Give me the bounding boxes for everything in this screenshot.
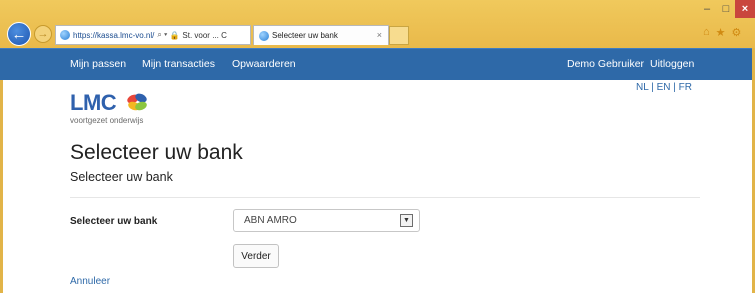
logo-subtitle: voortgezet onderwijs <box>70 116 144 125</box>
new-tab-button[interactable] <box>389 26 409 45</box>
tab-title: Selecteer uw bank <box>272 31 338 40</box>
lock-icon: 🔒 <box>169 30 180 40</box>
logo-petal-icon <box>127 93 147 111</box>
url-text: https://kassa.lmc-vo.nl/ <box>73 30 155 40</box>
home-icon[interactable]: ⌂ <box>703 26 710 39</box>
page-subtitle: Selecteer uw bank <box>70 170 173 184</box>
cancel-link[interactable]: Annuleer <box>70 276 110 287</box>
site-navbar: Mijn passen Mijn transacties Opwaarderen… <box>0 48 755 80</box>
next-button[interactable]: Verder <box>233 244 279 268</box>
tab-favicon-icon <box>259 30 269 41</box>
nav-my-passes[interactable]: Mijn passen <box>70 58 126 70</box>
maximize-icon[interactable]: □ <box>717 0 735 18</box>
gear-icon[interactable]: ⚙ <box>732 26 742 39</box>
language-switcher[interactable]: NL | EN | FR <box>636 82 692 93</box>
browser-tab[interactable]: Selecteer uw bank × <box>253 25 389 45</box>
window-border-left <box>0 80 3 293</box>
nav-user-name[interactable]: Demo Gebruiker <box>567 58 644 70</box>
address-bar[interactable]: https://kassa.lmc-vo.nl/ ⌕ ▾ 🔒 St. voor … <box>55 25 251 45</box>
certificate-label[interactable]: St. voor ... C <box>182 31 226 40</box>
forward-arrow-icon[interactable]: → <box>34 25 52 43</box>
chevron-down-icon[interactable]: ▼ <box>400 214 413 227</box>
search-dropdown-icon[interactable]: ⌕ ▾ <box>157 30 167 40</box>
logo-text: LMC <box>70 90 117 115</box>
tab-close-icon[interactable]: × <box>377 30 382 40</box>
bank-select[interactable]: ABN AMRO ▼ <box>233 209 420 232</box>
bank-select-label: Selecteer uw bank <box>70 216 158 227</box>
nav-my-transactions[interactable]: Mijn transacties <box>142 58 215 70</box>
browser-chrome: ← → https://kassa.lmc-vo.nl/ ⌕ ▾ 🔒 St. v… <box>0 0 755 48</box>
divider <box>70 197 700 198</box>
nav-top-up[interactable]: Opwaarderen <box>232 58 296 70</box>
site-favicon-icon <box>60 30 70 40</box>
minimize-icon[interactable]: – <box>697 0 717 18</box>
back-arrow-icon[interactable]: ← <box>7 22 31 46</box>
browser-toolbar-icons: ⌂ ★ ⚙ <box>703 26 741 39</box>
star-icon[interactable]: ★ <box>716 26 726 39</box>
lmc-logo[interactable]: LMC voortgezet onderwijs <box>70 90 160 130</box>
bank-select-value: ABN AMRO <box>244 215 297 226</box>
nav-logout[interactable]: Uitloggen <box>650 58 694 70</box>
page-title: Selecteer uw bank <box>70 141 243 164</box>
close-window-icon[interactable]: × <box>735 0 755 18</box>
